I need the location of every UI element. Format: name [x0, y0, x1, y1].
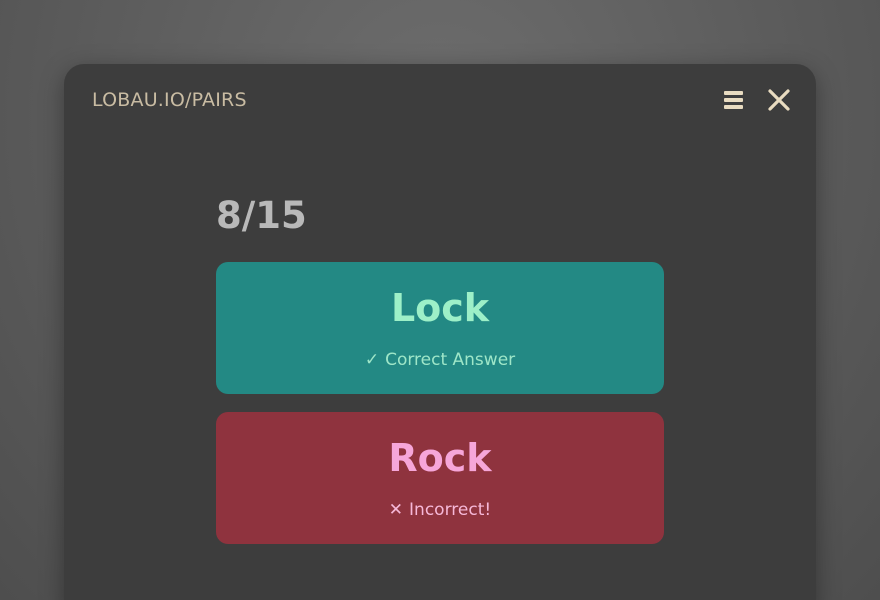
- answer-word: Rock: [388, 436, 492, 480]
- site-title: LOBAU.IO/PAIRS: [92, 89, 247, 111]
- answer-status-label: Correct Answer: [385, 350, 516, 370]
- answer-status: ✕ Incorrect!: [216, 500, 664, 520]
- progress-counter: 8/15: [216, 194, 307, 237]
- answer-card-incorrect[interactable]: Rock ✕ Incorrect!: [216, 412, 664, 544]
- cross-icon: ✕: [388, 500, 404, 520]
- answer-word: Lock: [390, 286, 490, 330]
- answer-status-label: Incorrect!: [409, 500, 492, 520]
- answer-card-correct[interactable]: Lock ✓ Correct Answer: [216, 262, 664, 394]
- game-window: LOBAU.IO/PAIRS 8/15 Lock ✓ Correct Answer…: [64, 64, 816, 600]
- answer-status: ✓ Correct Answer: [216, 350, 664, 370]
- close-icon[interactable]: [767, 88, 791, 112]
- checkmark-icon: ✓: [364, 350, 380, 370]
- hamburger-menu-icon[interactable]: [723, 89, 745, 111]
